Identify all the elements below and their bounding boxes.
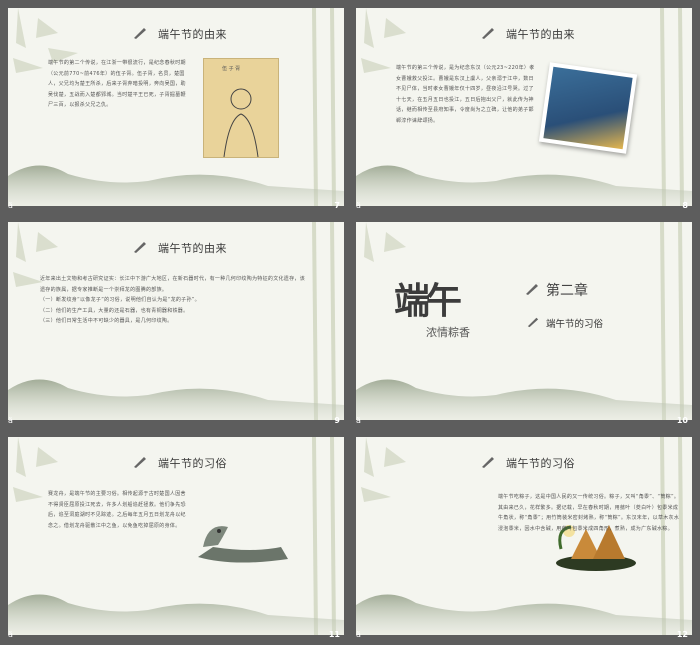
slide-number: 8 xyxy=(682,201,688,210)
mountain-decoration xyxy=(356,594,692,635)
slide-number: 7 xyxy=(334,201,340,210)
brush-stroke-icon xyxy=(526,284,538,295)
slide-number: 12 xyxy=(676,630,688,639)
slide-number: 11 xyxy=(328,630,340,639)
slide-footer: ä 7 xyxy=(8,200,344,212)
brush-stroke-icon xyxy=(527,317,539,328)
slide-11[interactable]: 端午节的习俗 赛龙舟，是端午节的主要习俗。相传起源于古时楚国人因舍不得贤臣屈原投… xyxy=(8,437,344,635)
brush-stroke-icon xyxy=(134,242,146,253)
mountain-decoration xyxy=(356,165,692,206)
slide-footer: ä 8 xyxy=(356,200,692,212)
slide-body: 端午节吃粽子，这是中国人民的又一传统习俗。粽子，又叫“角黍”、“筒粽”。其由来已… xyxy=(392,492,682,534)
brush-stroke-icon xyxy=(482,28,494,39)
paragraph: 近年来出土文物和考古研究证实：长江中下游广大地区，在新石器时代，有一种几何印纹陶… xyxy=(40,276,306,293)
transition-icon: ä xyxy=(356,630,361,639)
slide-title: 端午节的由来 xyxy=(158,28,227,41)
slide-body: 近年来出土文物和考古研究证实：长江中下游广大地区，在新石器时代，有一种几何印纹陶… xyxy=(40,274,310,327)
slide-footer: ä 10 xyxy=(356,415,692,427)
paragraph: （三）他们日常生活中不可缺少的器具，是几何印纹陶。 xyxy=(40,318,173,324)
slide-footer: ä 11 xyxy=(8,629,344,641)
transition-icon: ä xyxy=(356,416,361,425)
portrait-image: 伍 子 胥 xyxy=(203,58,279,158)
slide-body: 赛龙舟，是端午节的主要习俗。相传起源于古时楚国人因舍不得贤臣屈原投江死去，许多人… xyxy=(48,491,186,529)
transition-icon: ä xyxy=(8,416,13,425)
paragraph: （二）他们的生产工具，大量的还是石器，也有青铜器和铁器。 xyxy=(40,307,189,314)
painting-image xyxy=(538,62,638,154)
mountain-decoration xyxy=(356,379,692,420)
slide-9[interactable]: 端午节的由来 近年来出土文物和考古研究证实：长江中下游广大地区，在新石器时代，有… xyxy=(8,222,344,420)
slide-title: 端午节的由来 xyxy=(158,242,227,255)
transition-icon: ä xyxy=(8,630,13,639)
slide-title: 端午节的习俗 xyxy=(158,457,227,470)
slide-footer: ä 9 xyxy=(8,415,344,427)
brush-stroke-icon xyxy=(482,457,494,468)
slide-number: 10 xyxy=(676,416,688,425)
chapter-title: 第二章 xyxy=(546,283,588,299)
slide-footer: ä 12 xyxy=(356,629,692,641)
mountain-decoration xyxy=(8,594,344,635)
slide-body: 端午节的第三个传说，是为纪念东汉（公元23~220年）孝女曹娥救父投江。曹娥是东… xyxy=(396,65,535,124)
paragraph: （一）断发纹身“以像龙子”的习俗，说明他们自认为是“龙的子孙”。 xyxy=(40,297,200,303)
brush-stroke-icon xyxy=(134,28,146,39)
slide-10[interactable]: 端午 浓情粽香 第二章 端午节的习俗 xyxy=(356,222,692,420)
slide-number: 9 xyxy=(334,416,340,425)
slide-7[interactable]: 端午节的由来 端午节的第二个传说，在江浙一带很流行，是纪念春秋时期（公元前770… xyxy=(8,8,344,206)
slide-title: 端午节的由来 xyxy=(506,28,575,41)
transition-icon: ä xyxy=(356,201,361,210)
brush-stroke-icon xyxy=(134,457,146,468)
transition-icon: ä xyxy=(8,201,13,210)
mountain-decoration xyxy=(8,379,344,420)
chapter-subtitle: 端午节的习俗 xyxy=(546,319,604,330)
dragon-boat-image xyxy=(198,526,288,563)
slide-title: 端午节的习俗 xyxy=(506,457,575,470)
mountain-decoration xyxy=(8,165,344,206)
slide-12[interactable]: 端午节的习俗 端午节吃粽子，这是中国人民的又一传统习俗。粽子，又叫“角黍”、“筒… xyxy=(356,437,692,635)
logo-subtitle: 浓情粽香 xyxy=(426,326,470,339)
slide-body: 端午节的第二个传说，在江浙一带很流行，是纪念春秋时期（公元前770~前476年）… xyxy=(48,60,186,108)
paragraph: 端午节吃粽子，这是中国人民的又一传统习俗。粽子，又叫“角黍”、“筒粽”。其由来已… xyxy=(498,494,680,532)
logo-calligraphy: 端午 xyxy=(394,280,462,322)
slide-8[interactable]: 端午节的由来 端午节的第三个传说，是为纪念东汉（公元23~220年）孝女曹娥救父… xyxy=(356,8,692,206)
